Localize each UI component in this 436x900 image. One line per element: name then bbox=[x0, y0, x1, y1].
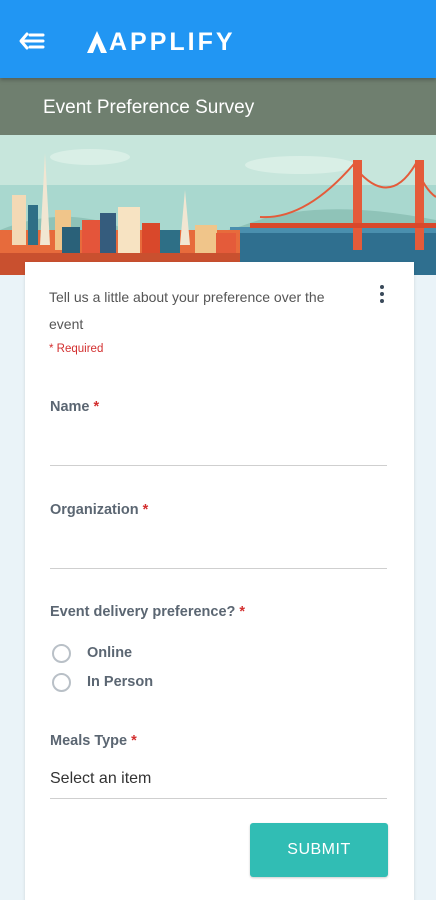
form-description: Tell us a little about your preference o… bbox=[49, 289, 325, 332]
brand-name: APPLIFY bbox=[109, 28, 236, 56]
applify-logo: APPLIFY bbox=[86, 28, 236, 56]
organization-label: Organization * bbox=[50, 502, 148, 518]
meals-type-label: Meals Type * bbox=[50, 733, 137, 749]
page-title: Event Preference Survey bbox=[43, 97, 255, 118]
more-vertical-icon[interactable] bbox=[377, 284, 387, 304]
radio-in-person[interactable]: In Person bbox=[52, 671, 153, 693]
required-star: * bbox=[239, 604, 246, 620]
required-note: * Required bbox=[49, 343, 104, 355]
required-star: * bbox=[131, 733, 137, 749]
back-arrow-menu-icon[interactable] bbox=[18, 30, 46, 52]
page-title-bar: Event Preference Survey bbox=[0, 78, 436, 135]
skyline-illustration bbox=[0, 135, 436, 275]
city-skyline-banner bbox=[0, 135, 436, 275]
required-star: * bbox=[142, 502, 149, 518]
delivery-preference-label: Event delivery preference? * bbox=[50, 604, 245, 620]
name-input[interactable] bbox=[50, 428, 387, 466]
survey-form-card: Tell us a little about your preference o… bbox=[25, 262, 414, 900]
meals-type-selected-value: Select an item bbox=[50, 770, 152, 787]
name-label: Name * bbox=[50, 399, 99, 415]
radio-circle-icon[interactable] bbox=[52, 643, 71, 663]
organization-input[interactable] bbox=[50, 531, 387, 569]
meals-type-label-text: Meals Type bbox=[50, 733, 128, 749]
radio-in-person-label: In Person bbox=[87, 674, 154, 690]
organization-label-text: Organization bbox=[50, 502, 139, 518]
radio-circle-icon[interactable] bbox=[52, 672, 71, 692]
app-bar: APPLIFY bbox=[0, 0, 436, 78]
meals-type-select[interactable]: Select an item bbox=[50, 762, 387, 799]
name-label-text: Name bbox=[50, 399, 90, 415]
delivery-preference-label-text: Event delivery preference? bbox=[50, 604, 236, 620]
required-star: * bbox=[93, 399, 100, 415]
submit-button[interactable]: SUBMIT bbox=[250, 823, 388, 877]
radio-online[interactable]: Online bbox=[52, 642, 132, 664]
logo-mark-icon bbox=[87, 31, 107, 53]
radio-online-label: Online bbox=[87, 645, 133, 661]
